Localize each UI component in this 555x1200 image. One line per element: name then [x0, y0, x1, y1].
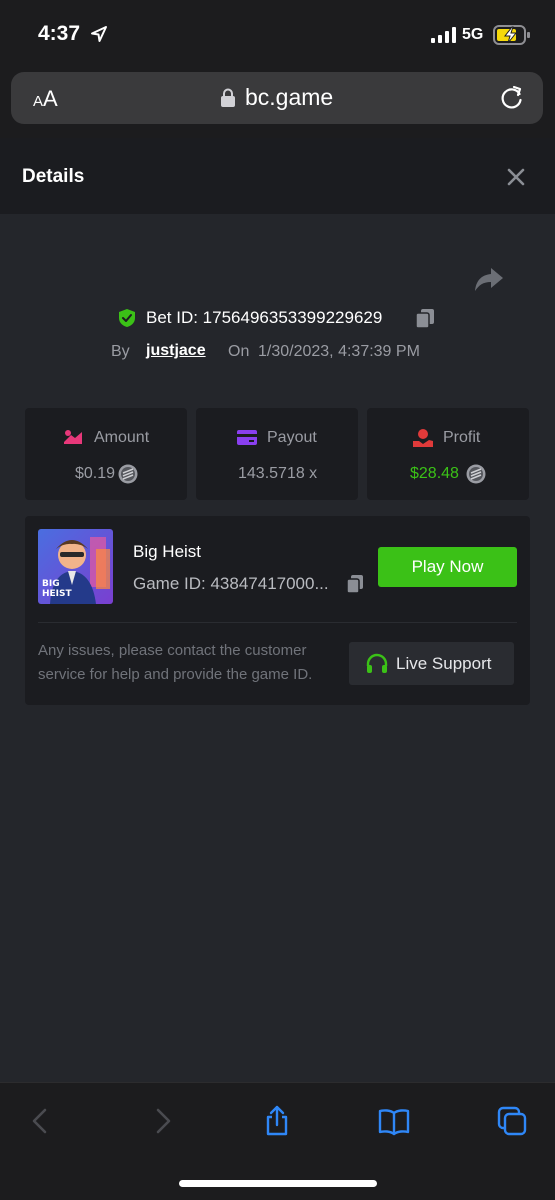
game-name[interactable]: Big Heist [133, 542, 201, 562]
url-text[interactable]: bc.game [245, 84, 333, 111]
tabs-icon[interactable] [496, 1105, 528, 1137]
amount-stat: Amount $0.19 [25, 408, 187, 500]
play-now-button[interactable]: Play Now [378, 547, 517, 587]
modal-title: Details [22, 166, 85, 187]
profit-value: $28.48 [410, 465, 459, 482]
game-thumbnail[interactable]: BIG HEIST [38, 529, 113, 604]
bookmarks-icon[interactable] [378, 1105, 410, 1137]
payout-label: Payout [267, 429, 317, 446]
home-indicator [179, 1180, 377, 1187]
lock-icon [221, 88, 235, 107]
amount-value: $0.19 [75, 465, 116, 482]
payout-value: 143.5718 x [238, 465, 318, 482]
location-arrow-icon [91, 26, 107, 42]
amount-icon [64, 430, 82, 444]
thumb-title-2: HEIST [42, 589, 72, 599]
copy-icon[interactable] [414, 307, 436, 329]
divider [38, 622, 517, 623]
coin-icon [466, 464, 486, 484]
share-arrow-icon[interactable] [474, 266, 504, 292]
copy-icon[interactable] [345, 574, 365, 594]
status-bar: 4:37 5G [0, 0, 555, 66]
shield-check-icon [119, 309, 135, 327]
text-size-button[interactable]: AA [33, 86, 58, 112]
profit-label: Profit [443, 429, 481, 446]
address-bar[interactable]: AA bc.game [11, 72, 543, 124]
issues-text: Any issues, please contact the customer … [38, 642, 313, 683]
bet-id-row: Bet ID: 1756496353399229629 [0, 306, 555, 332]
payout-card-icon [237, 430, 257, 445]
profit-icon [413, 429, 433, 447]
on-label: On [228, 343, 250, 360]
payout-stat: Payout 143.5718 x [196, 408, 358, 500]
reload-icon[interactable] [499, 85, 525, 111]
status-time: 4:37 [38, 22, 81, 45]
battery-charging-icon [493, 25, 530, 45]
game-id-text: Game ID: 43847417000... [133, 574, 329, 593]
profit-stat: Profit $28.48 [367, 408, 529, 500]
amount-label: Amount [94, 429, 150, 446]
back-icon[interactable] [25, 1105, 57, 1137]
network-type: 5G [462, 26, 484, 43]
signal-icon [431, 27, 456, 43]
close-icon[interactable] [505, 166, 527, 188]
browser-address-area: AA bc.game [0, 66, 555, 138]
bet-id-text: Bet ID: 1756496353399229629 [146, 308, 383, 327]
share-icon[interactable] [261, 1105, 293, 1137]
bet-datetime: 1/30/2023, 4:37:39 PM [258, 343, 420, 360]
coin-icon [118, 464, 138, 484]
thumb-title-1: BIG [42, 579, 60, 589]
forward-icon[interactable] [146, 1105, 178, 1137]
bet-meta-row: By justjace On 1/30/2023, 4:37:39 PM [0, 341, 555, 365]
modal-header: Details [0, 138, 555, 214]
live-support-label: Live Support [396, 654, 492, 673]
by-label: By [111, 343, 130, 360]
live-support-button[interactable]: Live Support [349, 642, 514, 685]
game-card: BIG HEIST Big Heist Game ID: 43847417000… [25, 516, 530, 705]
username-link[interactable]: justjace [146, 342, 206, 360]
headset-icon [366, 653, 388, 673]
